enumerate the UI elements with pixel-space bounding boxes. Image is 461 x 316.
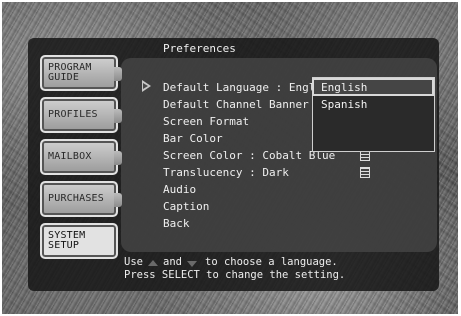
tab-mailbox[interactable]: MAILBOX bbox=[40, 139, 122, 175]
menu-item-screen-color[interactable]: Screen Color : Cobalt Blue bbox=[163, 149, 335, 162]
hint-choose: to choose a language. bbox=[205, 256, 338, 268]
menu-item-default-language[interactable]: Default Language : English bbox=[163, 81, 335, 94]
menu-item-default-channel-banner[interactable]: Default Channel Banner : bbox=[163, 98, 322, 111]
tab-label: PURCHASES bbox=[48, 193, 104, 204]
tab-program-guide[interactable]: PROGRAM GUIDE bbox=[40, 55, 122, 91]
menu-item-screen-format[interactable]: Screen Format bbox=[163, 115, 249, 128]
menu-item-back[interactable]: Back bbox=[163, 217, 190, 230]
tab-label: PROGRAM GUIDE bbox=[48, 62, 92, 83]
hint-use: Use bbox=[124, 256, 143, 268]
dropdown-option-spanish[interactable]: Spanish bbox=[321, 98, 367, 111]
chevron-right-icon bbox=[114, 67, 122, 81]
tab-label: MAILBOX bbox=[48, 151, 92, 162]
menu-item-audio[interactable]: Audio bbox=[163, 183, 196, 196]
menu-item-caption[interactable]: Caption bbox=[163, 200, 209, 213]
tab-profiles[interactable]: PROFILES bbox=[40, 97, 122, 133]
chevron-right-icon bbox=[114, 151, 122, 165]
hint-press-select: Press SELECT to change the setting. bbox=[124, 269, 346, 281]
tab-label: SYSTEM SETUP bbox=[48, 230, 86, 251]
tab-purchases[interactable]: PURCHASES bbox=[40, 181, 122, 217]
menu-item-translucency[interactable]: Translucency : Dark bbox=[163, 166, 289, 179]
dropdown-option-english[interactable]: English bbox=[321, 81, 367, 94]
menu-item-bar-color[interactable]: Bar Color bbox=[163, 132, 223, 145]
tab-label: PROFILES bbox=[48, 109, 98, 120]
tab-system-setup[interactable]: SYSTEM SETUP bbox=[40, 223, 118, 259]
up-arrow-icon bbox=[148, 260, 158, 266]
hint-and: and bbox=[163, 256, 182, 268]
right-pointer-icon bbox=[142, 80, 151, 92]
chevron-right-icon bbox=[114, 109, 122, 123]
page-title: Preferences bbox=[163, 42, 236, 55]
chevron-right-icon bbox=[114, 193, 122, 207]
down-arrow-icon bbox=[187, 261, 197, 267]
list-icon bbox=[360, 167, 370, 178]
